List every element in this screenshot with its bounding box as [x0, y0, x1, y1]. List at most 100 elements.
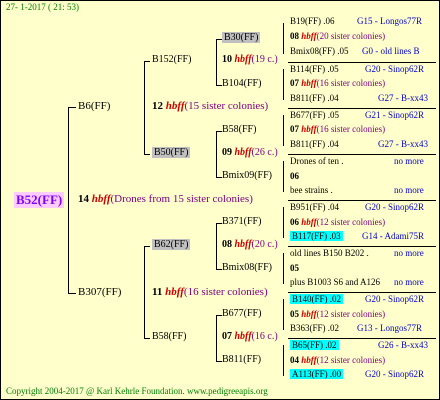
copyright-footer: Copyright 2004-2017 @ Karl Kehrle Founda… — [6, 386, 268, 396]
gen4-parent[interactable]: B117(FF) .03 — [290, 231, 343, 241]
group-separator — [288, 154, 436, 155]
gen4-drone-info: 06 hbff(12 sister colonies) — [290, 217, 385, 227]
gen4-parent[interactable]: B811(FF) .04 — [290, 139, 339, 149]
gen2-node-b50[interactable]: B50(FF) — [152, 147, 191, 158]
gen3-connector — [283, 207, 284, 238]
root-connector — [68, 107, 69, 293]
gen3-node-b104[interactable]: B104(FF) — [222, 78, 261, 89]
gen4-origin: G20 - Sinop62R — [365, 369, 425, 379]
gen4-origin: G26 - B-xx43 — [378, 340, 428, 350]
gen2-connector — [216, 315, 217, 361]
gen4-origin: G20 - Sinop62R — [365, 64, 425, 74]
gen4-origin: G15 - Longos77R — [357, 16, 422, 26]
gen-num: 05 — [290, 309, 299, 319]
colony-note: (26 c.) — [251, 147, 278, 158]
group-separator — [288, 62, 436, 63]
gen1-lower-connector — [144, 246, 145, 338]
gen4-parent[interactable]: B951(FF) .04 — [290, 202, 339, 212]
gen-num: 06 — [290, 217, 299, 227]
connector — [144, 246, 150, 247]
gen-num: 11 — [152, 286, 163, 298]
gen-num: 08 — [222, 239, 232, 250]
gen3-connector — [283, 69, 284, 100]
gen4-parent[interactable]: B811(FF) .04 — [290, 93, 339, 103]
gen2-b152-info: 10 hbff(19 c.) — [222, 54, 278, 65]
gen4-drone-info: 05 hbff(12 sister colonies) — [290, 309, 385, 319]
hbff-label: hbff — [301, 78, 317, 88]
gen4-parent[interactable]: bee strains . — [290, 185, 333, 195]
connector — [144, 338, 150, 339]
hbff-label: hbff — [165, 100, 185, 112]
hbff-label: hbff — [301, 31, 317, 41]
gen4-origin: G20 - Sinop62R — [365, 202, 425, 212]
gen4-parent[interactable]: old lines B150 B202 . — [290, 248, 369, 258]
group-separator — [288, 246, 436, 247]
connector — [68, 107, 76, 108]
gen4-parent[interactable]: A113(FF) .00 — [290, 369, 344, 379]
gen4-parent[interactable]: plus B1003 S6 and A126 — [290, 277, 380, 287]
hbff-label: hbff — [165, 286, 184, 298]
hbff-label: hbff — [301, 124, 317, 134]
gen3-connector — [283, 161, 284, 192]
gen4-origin: G20 - Sinop62R — [365, 294, 425, 304]
colony-note: (16 c.) — [251, 331, 278, 342]
gen2-b58-info: 07 hbff(16 c.) — [222, 331, 278, 342]
gen3-node-b811[interactable]: B811(FF) — [222, 354, 261, 365]
gen4-origin: no more — [394, 185, 424, 195]
root-drone-info: 14 hbff(Drones from 15 sister colonies) — [78, 193, 253, 205]
gen1-upper-node[interactable]: B6(FF) — [78, 100, 110, 112]
root-gen-num: 14 — [78, 193, 89, 205]
gen4-origin: G21 - Sinop62R — [365, 110, 425, 120]
gen4-drone-info: 04 hbff(12 sister colonies) — [290, 355, 385, 365]
gen4-parent[interactable]: B677(FF) .05 — [290, 110, 339, 120]
sister-note: (16 sister colonies) — [316, 124, 386, 134]
gen1-lower-node[interactable]: B307(FF) — [78, 286, 121, 298]
gen4-parent[interactable]: B19(FF) .06 — [290, 16, 335, 26]
sister-note: (20 sister colonies) — [316, 31, 386, 41]
gen4-parent[interactable]: B140(FF) .02 — [290, 294, 344, 304]
connector — [144, 154, 150, 155]
gen3-node-b677[interactable]: B677(FF) — [222, 308, 261, 319]
gen3-connector — [283, 115, 284, 146]
sister-note: (15 sister colonies) — [184, 100, 269, 112]
gen3-node-b58[interactable]: B58(FF) — [222, 124, 256, 135]
root-node[interactable]: B52(FF) — [14, 192, 65, 208]
gen3-node-b371[interactable]: B371(FF) — [222, 216, 261, 227]
gen1-lower-info: 11 hbff(16 sister colonies) — [152, 286, 268, 298]
date-stamp: 27- 1-2017 ( 21: 53) — [6, 2, 79, 12]
gen2-connector — [216, 39, 217, 85]
gen2-node-b58[interactable]: B58(FF) — [152, 331, 186, 342]
connector — [144, 61, 150, 62]
gen2-node-b62[interactable]: B62(FF) — [152, 239, 191, 250]
gen4-origin: no more — [394, 277, 424, 287]
gen1-upper-info: 12 hbff(15 sister colonies) — [152, 100, 268, 112]
gen-num: 07 — [290, 124, 299, 134]
hbff-label: hbff — [301, 217, 317, 227]
gen3-node-b30[interactable]: B30(FF) — [222, 32, 261, 43]
group-separator — [288, 108, 436, 109]
gen3-node-bmix09[interactable]: Bmix09(FF) — [222, 170, 272, 181]
gen4-parent[interactable]: B114(FF) .05 — [290, 64, 339, 74]
gen2-connector — [216, 131, 217, 177]
gen4-parent[interactable]: Drones of ten . — [290, 156, 344, 166]
gen4-origin: no more — [394, 248, 424, 258]
root-note: (Drones from 15 sister colonies) — [110, 193, 253, 205]
gen4-parent[interactable]: B363(FF) .02 — [290, 323, 339, 333]
gen-num: 06 — [290, 171, 299, 181]
gen4-drone-info: 06 — [290, 171, 299, 181]
gen-num: 04 — [290, 355, 299, 365]
hbff-label: hbff — [234, 147, 252, 158]
gen4-origin: G13 - Longos77R — [357, 323, 422, 333]
gen4-origin: G14 - Adami75R — [362, 231, 424, 241]
gen4-origin: no more — [394, 156, 424, 166]
sister-note: (16 sister colonies) — [316, 78, 386, 88]
gen4-parent[interactable]: Bmix08(FF) .05 — [290, 46, 349, 56]
sister-note: (16 sister colonies) — [183, 286, 268, 298]
gen4-parent[interactable]: B65(FF) .02 — [290, 340, 339, 350]
gen4-origin: G27 - B-xx43 — [378, 139, 428, 149]
gen3-connector — [283, 253, 284, 284]
gen-num: 07 — [290, 78, 299, 88]
group-separator — [288, 338, 436, 339]
gen3-node-bmix08[interactable]: Bmix08(FF) — [222, 262, 272, 273]
gen2-node-b152[interactable]: B152(FF) — [152, 54, 191, 65]
